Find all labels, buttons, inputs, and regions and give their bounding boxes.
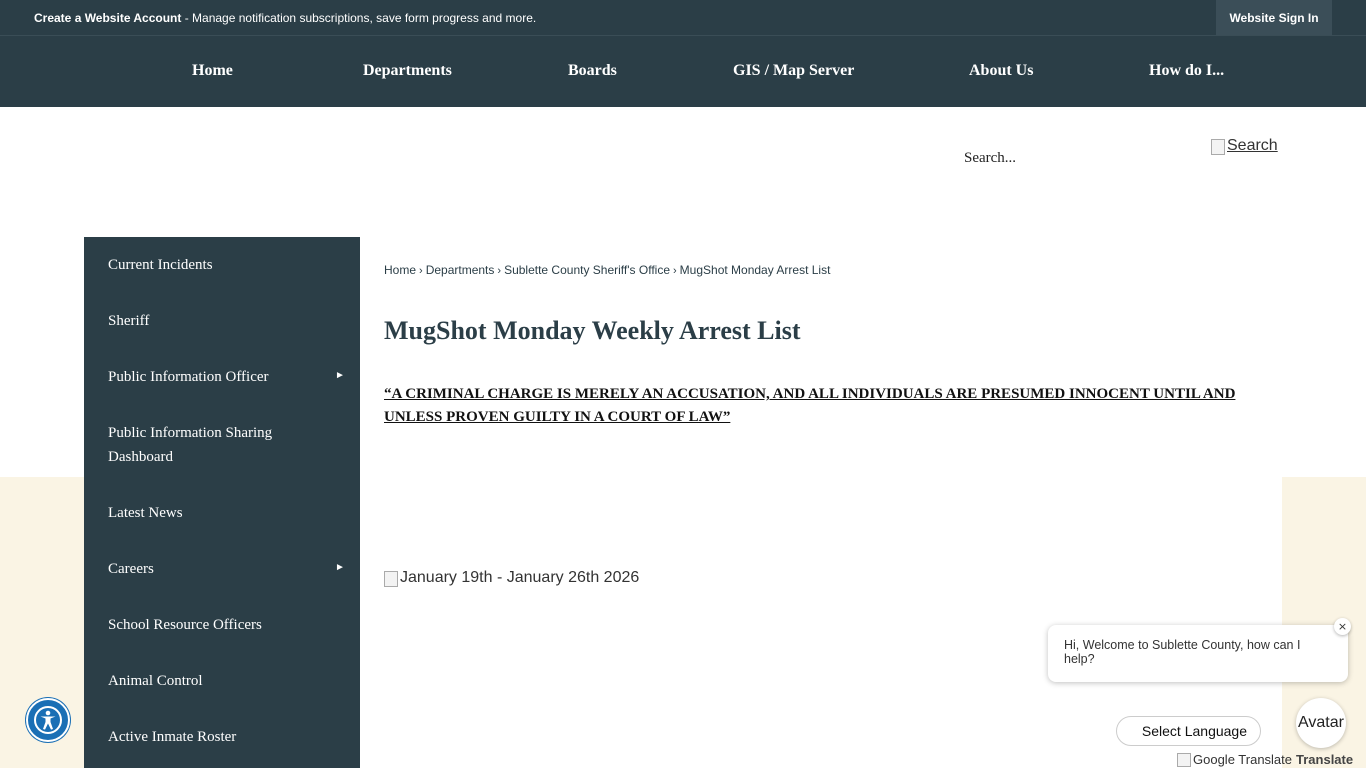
nav-how-do-i[interactable]: How do I... (1149, 62, 1224, 80)
create-account-link[interactable]: Create a Website Account (34, 11, 181, 25)
breadcrumb-home[interactable]: Home (384, 263, 416, 277)
google-translate-logo-alt: Google Translate (1193, 751, 1293, 767)
breadcrumb-departments[interactable]: Departments (426, 263, 495, 277)
chat-welcome-bubble[interactable]: Hi, Welcome to Sublette County, how can … (1048, 625, 1348, 682)
search-input[interactable]: Search... (964, 150, 1016, 167)
top-utility-bar: Create a Website Account - Manage notifi… (0, 0, 1366, 35)
arrest-list-image-alt-text: January 19th - January 26th 2026 (400, 569, 640, 586)
chat-avatar-button[interactable]: Avatar (1296, 698, 1346, 748)
sidebar-item-sheriff[interactable]: Sheriff (108, 309, 338, 333)
breadcrumb-current-page: MugShot Monday Arrest List (679, 263, 831, 277)
close-icon[interactable]: × (1334, 618, 1351, 635)
search-button-alt-text: Search (1227, 137, 1278, 154)
sidebar-item-animal-control[interactable]: Animal Control (108, 669, 338, 693)
create-account-description: - Manage notification subscriptions, sav… (181, 11, 537, 25)
sidebar-item-current-incidents[interactable]: Current Incidents (108, 253, 338, 277)
accessibility-button[interactable] (26, 698, 70, 742)
legal-disclaimer: “A CRIMINAL CHARGE IS MERELY AN ACCUSATI… (384, 386, 1236, 425)
translate-label: Translate (1296, 751, 1354, 767)
select-language-dropdown[interactable]: Select Language (1116, 716, 1261, 746)
broken-image-icon (1211, 139, 1225, 155)
nav-departments[interactable]: Departments (363, 62, 452, 80)
broken-image-icon (384, 571, 398, 587)
sidebar-item-public-information-sharing-dashboard[interactable]: Public Information Sharing Dashboard (108, 421, 338, 469)
submenu-arrow-icon[interactable]: ► (335, 562, 345, 573)
sidebar-item-school-resource-officers[interactable]: School Resource Officers (108, 613, 338, 637)
search-button[interactable]: Search (1211, 137, 1278, 155)
accessibility-icon (34, 706, 62, 734)
create-account-promo[interactable]: Create a Website Account - Manage notifi… (34, 11, 536, 25)
nav-about-us[interactable]: About Us (969, 62, 1033, 80)
sidebar-item-latest-news[interactable]: Latest News (108, 501, 338, 525)
nav-boards[interactable]: Boards (568, 62, 617, 80)
main-navigation: Home Departments Boards GIS / Map Server… (0, 35, 1366, 107)
sidebar-item-public-information-officer[interactable]: Public Information Officer (108, 365, 338, 389)
sidebar-navigation: Current Incidents Sheriff Public Informa… (84, 237, 360, 768)
submenu-arrow-icon[interactable]: ► (335, 370, 345, 381)
arrest-list-image: January 19th - January 26th 2026 (384, 569, 639, 587)
sidebar-item-active-inmate-roster[interactable]: Active Inmate Roster (108, 725, 338, 749)
google-translate-attribution[interactable]: Google Translate Translate (1177, 750, 1353, 768)
broken-image-icon (1177, 753, 1191, 767)
breadcrumb: Home › Departments › Sublette County Sheriff… (384, 263, 830, 277)
page-title: MugShot Monday Weekly Arrest List (384, 316, 801, 345)
breadcrumb-sheriffs-office[interactable]: Sublette County Sheriff's Office (504, 263, 670, 277)
sidebar-item-careers[interactable]: Careers (108, 557, 338, 581)
nav-gis-map-server[interactable]: GIS / Map Server (733, 62, 854, 80)
breadcrumb-separator: › (497, 265, 502, 277)
website-sign-in-button[interactable]: Website Sign In (1216, 0, 1332, 35)
breadcrumb-separator: › (419, 265, 423, 277)
nav-home[interactable]: Home (192, 62, 233, 80)
breadcrumb-separator: › (673, 265, 677, 277)
